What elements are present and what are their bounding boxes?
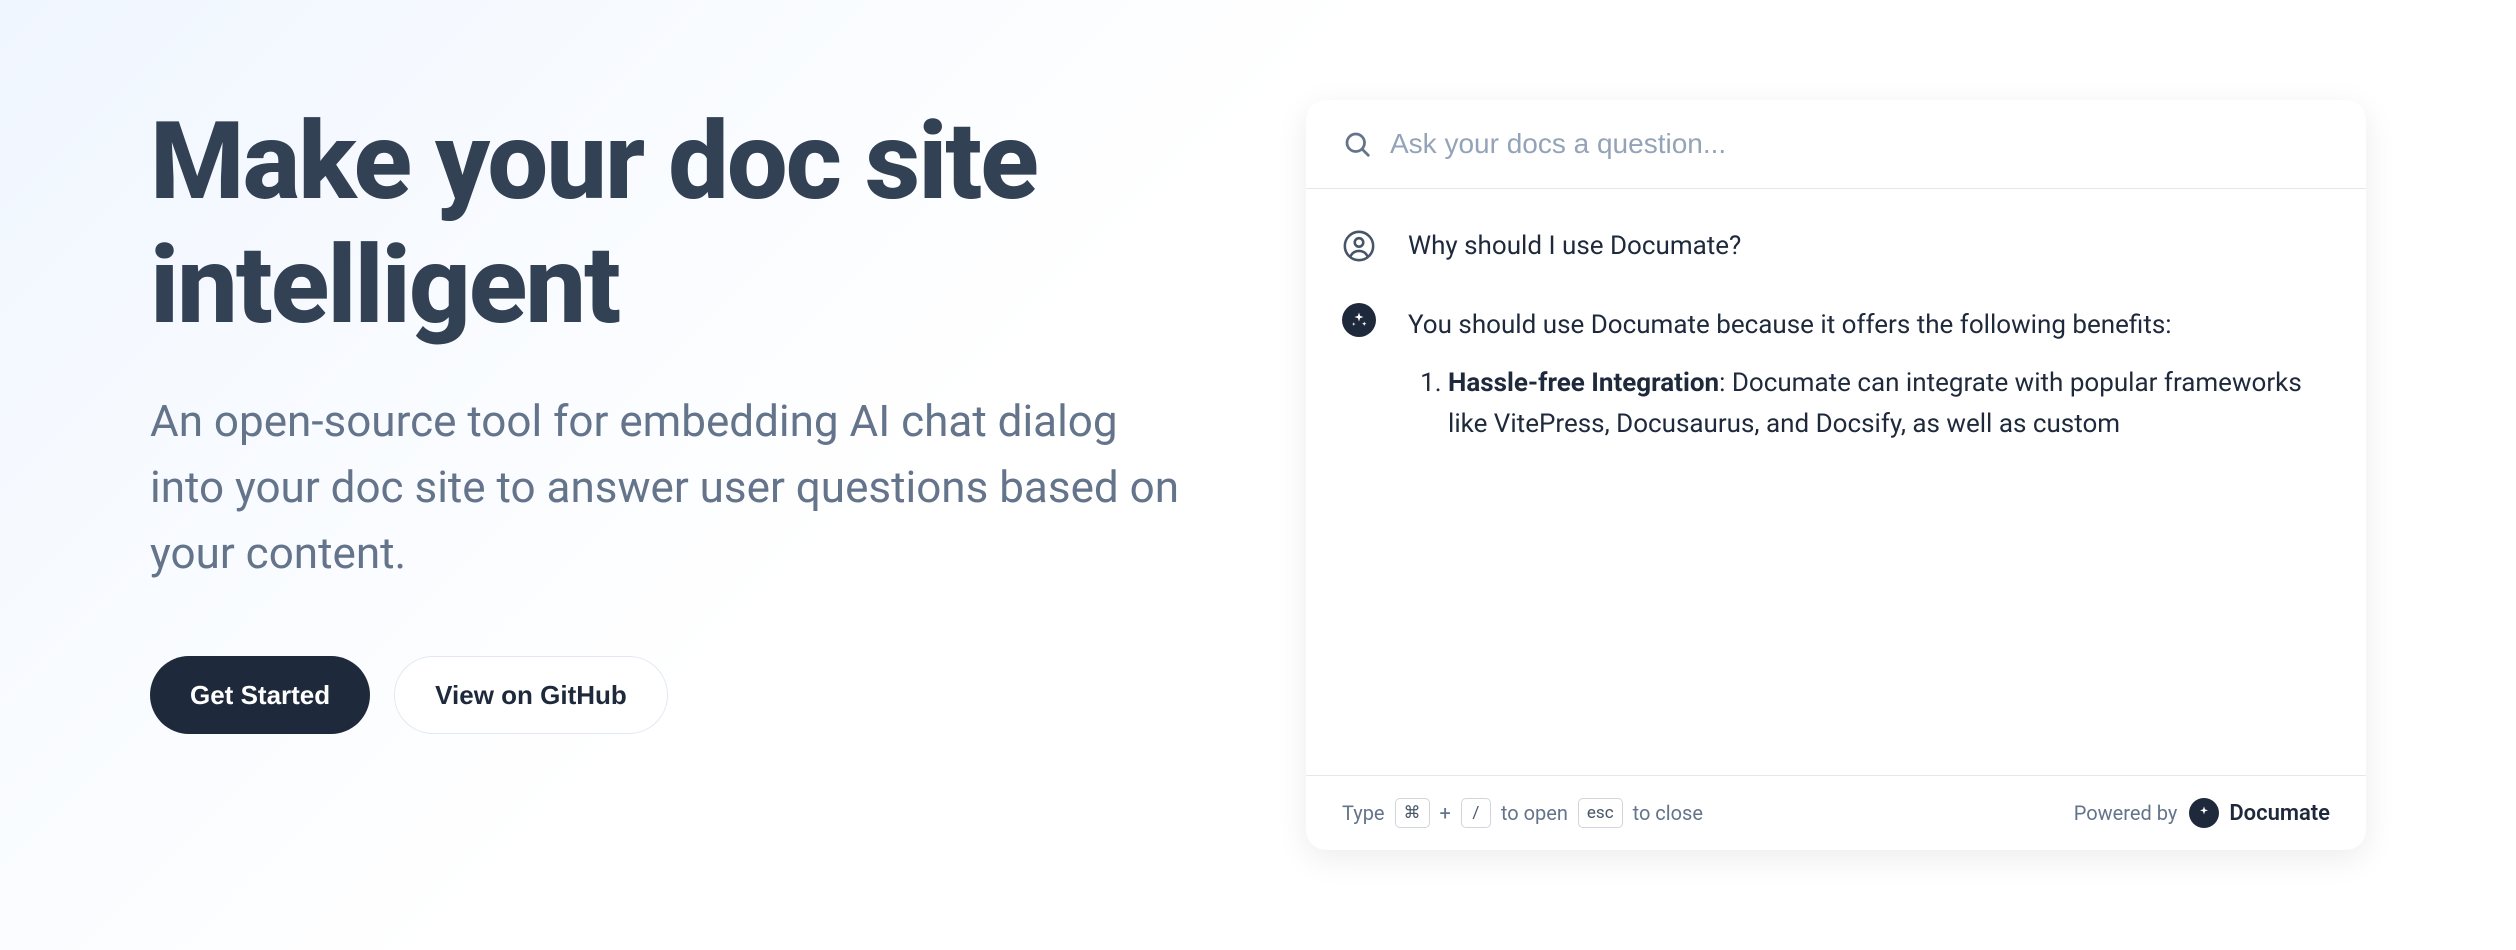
bot-icon — [1342, 303, 1376, 337]
bot-answer-intro: You should use Documate because it offer… — [1408, 305, 2330, 345]
footer-branding: Powered by Documate — [2074, 798, 2330, 828]
bot-message-row: You should use Documate because it offer… — [1342, 303, 2330, 444]
user-message-row: Why should I use Documate? — [1342, 229, 2330, 263]
bot-answer-list: Hassle-free Integration: Documate can in… — [1448, 363, 2330, 444]
documate-logo-link[interactable]: Documate — [2189, 798, 2330, 828]
hero-buttons: Get Started View on GitHub — [150, 656, 1186, 734]
get-started-button[interactable]: Get Started — [150, 656, 370, 734]
hero-title: Make your doc site intelligent — [150, 100, 1186, 348]
cmd-key: ⌘ — [1395, 798, 1430, 828]
chat-body: Why should I use Documate? You should us… — [1306, 189, 2366, 775]
footer-shortcuts: Type ⌘ + / to open esc to close — [1342, 798, 1703, 828]
chat-search-input[interactable] — [1390, 128, 2330, 160]
user-question-text: Why should I use Documate? — [1408, 229, 1741, 263]
bot-answer: You should use Documate because it offer… — [1408, 303, 2330, 444]
page-container: Make your doc site intelligent An open-s… — [0, 0, 2516, 850]
type-label: Type — [1342, 801, 1385, 825]
search-icon — [1342, 129, 1372, 159]
powered-by-label: Powered by — [2074, 801, 2178, 825]
hero-subtitle: An open-source tool for embedding AI cha… — [150, 388, 1186, 586]
answer-item-title: Hassle-free Integration — [1448, 368, 1719, 398]
to-open-label: to open — [1501, 801, 1568, 825]
esc-key: esc — [1578, 798, 1623, 828]
to-close-label: to close — [1633, 801, 1703, 825]
bot-answer-item: Hassle-free Integration: Documate can in… — [1448, 363, 2330, 444]
slash-key: / — [1461, 798, 1491, 828]
documate-brand-text: Documate — [2229, 801, 2330, 826]
chat-search-bar — [1306, 100, 2366, 189]
user-icon — [1342, 229, 1376, 263]
chat-footer: Type ⌘ + / to open esc to close Powered … — [1306, 775, 2366, 850]
documate-mark-icon — [2189, 798, 2219, 828]
view-on-github-button[interactable]: View on GitHub — [394, 656, 668, 734]
plus-symbol: + — [1440, 801, 1451, 825]
hero-section: Make your doc site intelligent An open-s… — [150, 100, 1186, 850]
chat-panel: Why should I use Documate? You should us… — [1306, 100, 2366, 850]
